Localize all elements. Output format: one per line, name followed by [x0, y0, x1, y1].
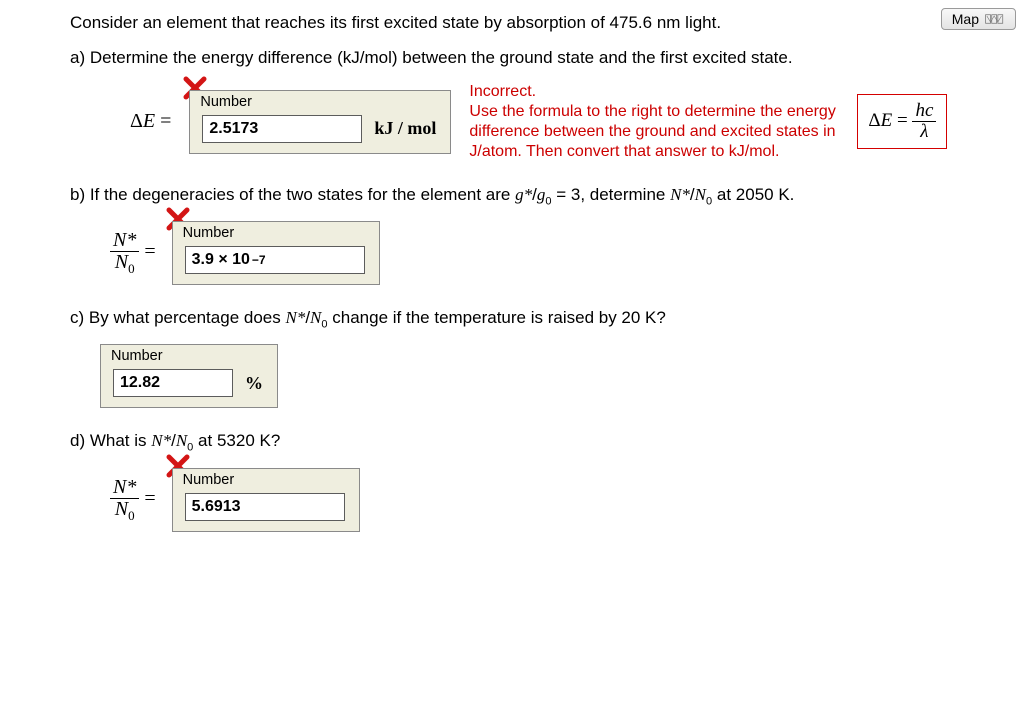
part-a-prompt: a) Determine the energy difference (kJ/m… [70, 47, 1024, 70]
part-b-row: N* N0 = Number 3.9 × 10−7 [110, 221, 1024, 285]
part-a-answer-box: Number kJ / mol [189, 90, 451, 154]
part-a-input[interactable] [202, 115, 362, 143]
part-b-prompt: b) If the degeneracies of the two states… [70, 184, 1024, 209]
number-label: Number [183, 225, 235, 241]
part-a-feedback: Incorrect. Use the formula to the right … [469, 82, 839, 162]
number-label: Number [183, 472, 235, 488]
number-label: Number [200, 94, 252, 110]
question-page: Consider an element that reaches its fir… [0, 0, 1024, 532]
part-d-prefix: N* N0 = [110, 477, 156, 523]
part-d-input[interactable] [185, 493, 345, 521]
part-d-prompt: d) What is N*/N0 at 5320 K? [70, 430, 1024, 455]
part-d-row: N* N0 = Number [110, 468, 1024, 532]
part-b-prefix: N* N0 = [110, 230, 156, 276]
part-c-answer-box: Number % [100, 344, 278, 408]
part-c-unit: % [245, 373, 263, 394]
part-c-answer-wrap: Number % [100, 344, 278, 408]
part-b-answer-wrap: Number 3.9 × 10−7 [172, 221, 380, 285]
part-b-input[interactable]: 3.9 × 10−7 [185, 246, 365, 274]
part-d-answer-wrap: Number [172, 468, 360, 532]
feedback-text: Use the formula to the right to determin… [469, 103, 835, 160]
part-a-prefix: ΔE = [130, 110, 171, 133]
feedback-incorrect: Incorrect. [469, 83, 536, 100]
part-c-prompt: c) By what percentage does N*/N0 change … [70, 307, 1024, 332]
part-b-answer-box: Number 3.9 × 10−7 [172, 221, 380, 285]
part-a-answer-wrap: Number kJ / mol [189, 90, 451, 154]
part-d-answer-box: Number [172, 468, 360, 532]
part-c-input[interactable] [113, 369, 233, 397]
number-label: Number [111, 348, 163, 364]
part-a-formula: ΔE = hc λ [857, 94, 947, 149]
part-c-row: Number % [100, 344, 1024, 408]
part-a-unit: kJ / mol [374, 118, 436, 139]
formula-num: hc [912, 101, 936, 122]
part-a-row: ΔE = Number kJ / mol Incorrect. Use the … [130, 82, 1024, 162]
intro-text: Consider an element that reaches its fir… [70, 12, 1024, 35]
formula-den: λ [912, 122, 936, 142]
